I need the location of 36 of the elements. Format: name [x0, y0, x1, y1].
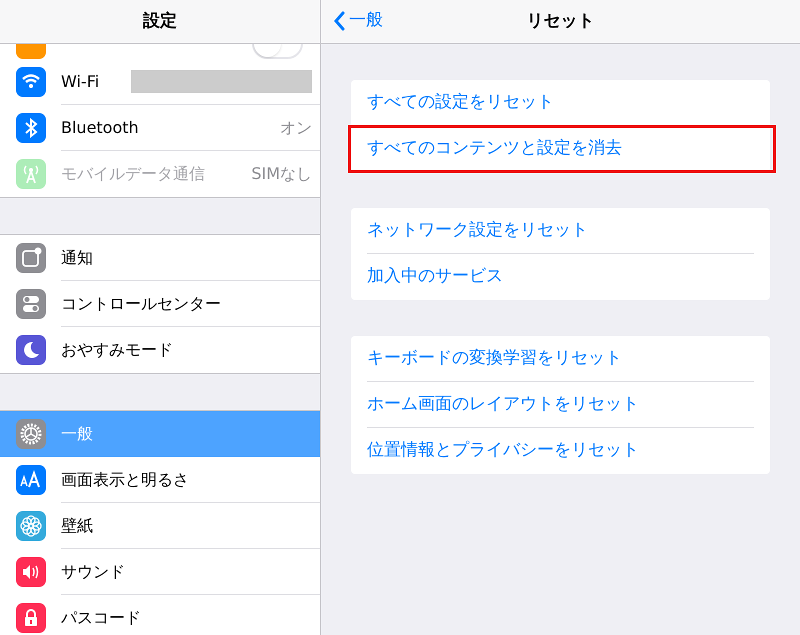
notification-icon [16, 243, 46, 273]
toggles-icon [16, 289, 46, 319]
row-label: モバイルデータ通信 [61, 163, 205, 185]
lock-icon [16, 603, 46, 633]
letters-icon [16, 465, 46, 495]
row-label: 通知 [61, 246, 93, 268]
reset-option[interactable]: キーボードの変換学習をリセット [367, 346, 622, 372]
reset-option[interactable]: 位置情報とプライバシーをリセット [367, 438, 639, 464]
sidebar-title: 設定 [143, 10, 177, 33]
flower-icon [16, 511, 46, 541]
row-label: パスコード [61, 607, 141, 629]
reset-option[interactable]: ネットワーク設定をリセット [367, 218, 588, 244]
row-value: オン [280, 116, 312, 138]
settings-row[interactable]: 一般 [0, 411, 320, 457]
row-label: 一般 [61, 423, 93, 445]
row-value: SIMなし [251, 163, 312, 185]
row-label: Bluetooth [61, 116, 139, 138]
speaker-icon [16, 557, 46, 587]
back-button[interactable]: 一般 [333, 8, 383, 34]
reset-option[interactable]: すべてのコンテンツと設定を消去 [367, 136, 622, 162]
reset-option[interactable]: すべての設定をリセット [367, 90, 554, 116]
moon-icon [16, 335, 46, 365]
row-label: おやすみモード [61, 339, 173, 361]
reset-option[interactable]: 加入中のサービス [367, 264, 503, 290]
row-label: コントロールセンター [61, 292, 221, 314]
wifi-icon [16, 67, 46, 97]
row-label: 壁紙 [61, 514, 93, 536]
row-label: サウンド [61, 560, 125, 582]
row-label: Wi-Fi [61, 70, 100, 92]
page-title: リセット [526, 10, 594, 33]
antenna-icon [16, 159, 46, 189]
bluetooth-icon [16, 113, 46, 143]
reset-option[interactable]: ホーム画面のレイアウトをリセット [367, 392, 639, 418]
back-chevron-icon [333, 10, 345, 31]
row-label: 画面表示と明るさ [61, 468, 189, 490]
settings-icon [16, 419, 46, 449]
